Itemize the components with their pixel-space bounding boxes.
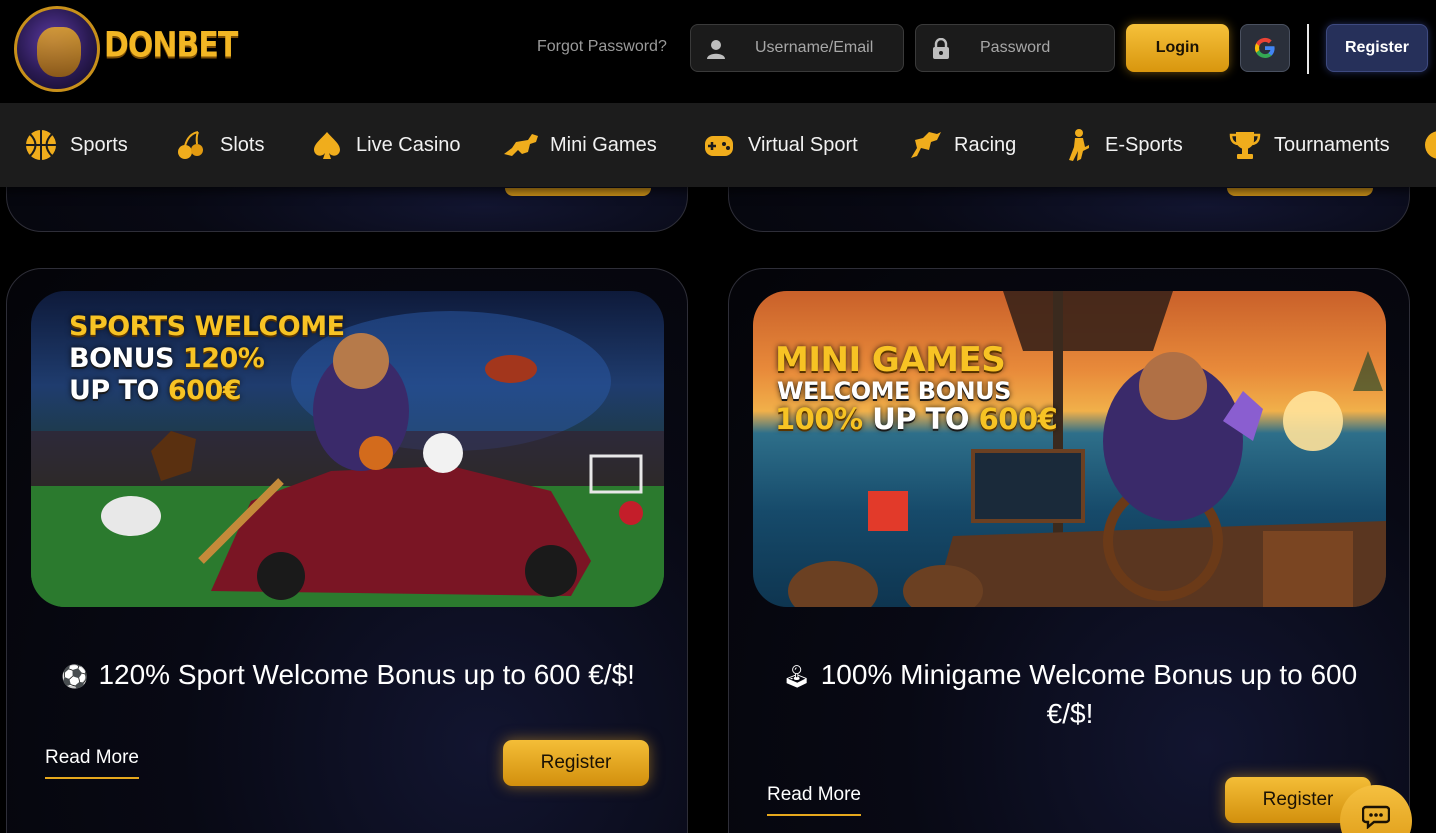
nav-item-slots[interactable]: Slots: [172, 103, 264, 187]
register-button-partial[interactable]: [1227, 188, 1373, 196]
banner-line3b: UP TO: [872, 402, 979, 436]
username-input[interactable]: [691, 25, 903, 71]
nav-item-mini-games[interactable]: Mini Games: [502, 103, 657, 187]
banner-line3a: UP TO: [69, 375, 168, 406]
trophy-icon: [1226, 126, 1264, 164]
gamepad-icon: [700, 126, 738, 164]
read-more-link[interactable]: Read More: [45, 747, 139, 779]
header: DONBET Forgot Password? Login Register: [0, 0, 1436, 103]
chat-bubble-icon: [1362, 805, 1390, 829]
nav-label: Live Casino: [356, 133, 461, 156]
nav-label: Mini Games: [550, 133, 657, 156]
nav-item-virtual-sport[interactable]: Virtual Sport: [700, 103, 858, 187]
banner-line2: WELCOME BONUS: [777, 377, 1011, 405]
promo-title-text: 100% Minigame Welcome Bonus up to 600: [820, 659, 1358, 690]
dino-icon: [502, 126, 540, 164]
banner-line2: BONUS 120%: [69, 343, 265, 374]
promo-card-minigames: MINI GAMES WELCOME BONUS 100% UP TO 600€…: [728, 268, 1410, 833]
forgot-password-link[interactable]: Forgot Password?: [537, 38, 667, 56]
nav-item-overflow[interactable]: [1420, 103, 1436, 187]
nav-item-racing[interactable]: Racing: [906, 103, 1016, 187]
horse-icon: [906, 126, 944, 164]
soccer-ball-icon: ⚽: [61, 664, 89, 689]
nav-label: Slots: [220, 133, 265, 156]
minigames-bonus-banner[interactable]: MINI GAMES WELCOME BONUS 100% UP TO 600€: [753, 291, 1386, 607]
partial-icon: [1420, 126, 1436, 164]
promo-card-sports: SPORTS WELCOME BONUS 120% UP TO 600€ ⚽ 12…: [6, 268, 688, 833]
nav-label: Tournaments: [1274, 133, 1390, 156]
banner-line3c: 600€: [978, 402, 1058, 436]
login-button[interactable]: Login: [1126, 24, 1229, 72]
promo-card-partial: [6, 187, 688, 232]
nav-label: Sports: [70, 133, 128, 156]
banner-line1: SPORTS WELCOME: [69, 311, 345, 342]
username-field-wrapper: [690, 24, 904, 72]
donbet-logo-icon[interactable]: [14, 6, 100, 92]
promo-title: ⚽ 120% Sport Welcome Bonus up to 600 €/$!: [17, 656, 679, 695]
joystick-icon: 🕹: [782, 664, 811, 689]
banner-line3: 100% UP TO 600€: [775, 402, 1058, 436]
cherry-icon: [172, 126, 210, 164]
banner-line3: UP TO 600€: [69, 375, 242, 406]
banner-line3b: 600€: [167, 375, 242, 406]
read-more-link[interactable]: Read More: [767, 784, 861, 816]
promo-title-text: 120% Sport Welcome Bonus up to 600 €/$!: [98, 659, 635, 690]
spade-icon: [308, 126, 346, 164]
password-field-wrapper: [915, 24, 1115, 72]
header-divider: [1307, 24, 1309, 74]
logo-text[interactable]: DONBET: [104, 25, 238, 65]
banner-line3a: 100%: [775, 402, 873, 436]
logo-mascot: [37, 27, 81, 77]
nav-label: Virtual Sport: [748, 133, 858, 156]
promo-title-line1: 🕹 100% Minigame Welcome Bonus up to 600: [739, 656, 1401, 695]
banner-line1: MINI GAMES: [775, 340, 1006, 380]
nav-item-tournaments[interactable]: Tournaments: [1226, 103, 1390, 187]
nav-item-live-casino[interactable]: Live Casino: [308, 103, 461, 187]
minigames-banner-art: [788, 291, 1386, 607]
google-icon: [1254, 37, 1275, 59]
promo-title: 🕹 100% Minigame Welcome Bonus up to 600 €…: [739, 656, 1401, 732]
register-button-header[interactable]: Register: [1326, 24, 1428, 72]
nav-item-e-sports[interactable]: E-Sports: [1057, 103, 1183, 187]
banner-line2a: BONUS: [69, 343, 183, 374]
basketball-icon: [22, 126, 60, 164]
password-input[interactable]: [916, 25, 1114, 71]
main-nav: Sports Slots Live Casino Mini Games Virt…: [0, 103, 1436, 187]
promo-card-partial: [728, 187, 1410, 232]
sports-bonus-banner[interactable]: SPORTS WELCOME BONUS 120% UP TO 600€: [31, 291, 664, 607]
soldier-icon: [1057, 126, 1095, 164]
register-button-partial[interactable]: [505, 188, 651, 196]
nav-item-sports[interactable]: Sports: [22, 103, 128, 187]
banner-line2b: 120%: [182, 343, 265, 374]
register-button[interactable]: Register: [503, 740, 649, 786]
nav-label: Racing: [954, 133, 1017, 156]
promo-title-line2: €/$!: [1046, 698, 1094, 729]
google-login-button[interactable]: [1240, 24, 1290, 72]
promotions-area: SPORTS WELCOME BONUS 120% UP TO 600€ ⚽ 12…: [0, 187, 1436, 833]
nav-label: E-Sports: [1105, 133, 1183, 156]
